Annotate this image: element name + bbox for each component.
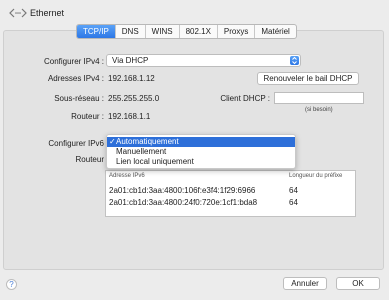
window-title: Ethernet [30, 8, 65, 18]
title-bar: Ethernet [0, 0, 389, 26]
checkmark-icon: ✓ [109, 137, 116, 146]
column-header-address: Adresse IPv6 [109, 173, 145, 179]
prefix-cell: 64 [289, 186, 298, 195]
configure-ipv6-label: Configurer IPv6 [48, 139, 104, 148]
ipv6-router-label: Routeur [75, 155, 104, 164]
chevron-updown-icon [290, 56, 299, 65]
menu-item-label: Manuellement [116, 147, 167, 156]
configure-ipv4-label: Configurer IPv4 : [43, 57, 104, 66]
menu-item-label: Automatiquement [116, 137, 179, 146]
cancel-button[interactable]: Annuler [283, 277, 327, 290]
tab-8021x[interactable]: 802.1X [180, 25, 218, 38]
ipv4-address-value: 192.168.1.12 [108, 74, 155, 83]
menu-item-manual[interactable]: Manuellement [107, 147, 295, 157]
menu-item-label: Lien local uniquement [116, 157, 194, 166]
subnet-label: Sous-réseau : [54, 94, 104, 103]
configure-ipv4-select[interactable]: Via DHCP [106, 54, 301, 67]
tab-proxys[interactable]: Proxys [218, 25, 256, 38]
tab-dns[interactable]: DNS [116, 25, 146, 38]
column-header-prefix: Longueur du préfixe [289, 173, 343, 179]
dhcp-client-input[interactable] [274, 92, 364, 104]
router-label: Routeur : [71, 112, 104, 121]
dhcp-client-label: Client DHCP : [220, 94, 270, 103]
back-forward-icon[interactable] [9, 7, 27, 19]
dhcp-client-hint: (si besoin) [305, 107, 333, 113]
address-cell: 2a01:cb1d:3aa:4800:106f:e3f4:1f29:6966 [109, 186, 256, 195]
menu-item-automatic[interactable]: ✓ Automatiquement [107, 137, 295, 147]
subnet-value: 255.255.255.0 [108, 94, 160, 103]
renew-dhcp-button[interactable]: Renouveler le bail DHCP [257, 72, 359, 85]
configure-ipv4-value: Via DHCP [112, 56, 149, 65]
router-value: 192.168.1.1 [108, 112, 151, 121]
menu-item-link-local[interactable]: Lien local uniquement [107, 157, 295, 167]
ipv4-address-label: Adresses IPv4 : [47, 74, 104, 83]
prefix-cell: 64 [289, 198, 298, 207]
address-cell: 2a01:cb1d:3aa:4800:24f0:720e:1cf1:bda8 [109, 198, 258, 207]
tab-tcpip[interactable]: TCP/IP [77, 25, 116, 38]
configure-ipv6-menu: ✓ Automatiquement Manuellement Lien loca… [106, 134, 296, 169]
tab-wins[interactable]: WINS [146, 25, 180, 38]
ok-button[interactable]: OK [336, 277, 380, 290]
tab-materiel[interactable]: Matériel [255, 25, 295, 38]
tab-bar: TCP/IP DNS WINS 802.1X Proxys Matériel [76, 24, 297, 39]
ipv6-address-table[interactable]: Adresse IPv6 Longueur du préfixe 2a01:cb… [105, 170, 356, 217]
help-button[interactable]: ? [6, 279, 17, 290]
